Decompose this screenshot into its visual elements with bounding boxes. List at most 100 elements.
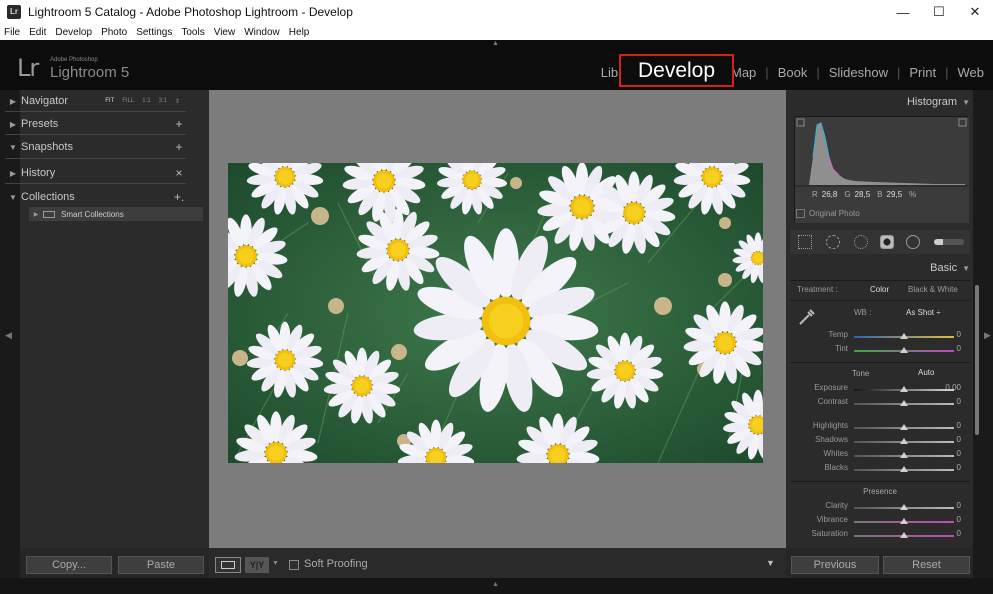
- smart-collections-item[interactable]: ▶ Smart Collections: [29, 207, 203, 221]
- highlights-value[interactable]: 0: [957, 421, 961, 430]
- zoom-fill[interactable]: FILL: [122, 98, 134, 105]
- exposure-thumb[interactable]: [900, 386, 908, 392]
- radial-filter-icon[interactable]: [906, 235, 920, 249]
- crop-overlay-icon[interactable]: [798, 235, 812, 249]
- soft-proofing-checkbox[interactable]: [289, 560, 299, 570]
- add-preset-icon[interactable]: +: [172, 117, 186, 131]
- adjustment-brush-icon[interactable]: [934, 239, 964, 245]
- navigator-header[interactable]: ▶ Navigator FIT FILL 1:1 3:1 ⇕: [5, 90, 186, 112]
- histogram-graph[interactable]: [794, 116, 969, 223]
- history-header[interactable]: ▶ History ×: [5, 162, 186, 184]
- before-after-menu-icon[interactable]: ▼: [272, 560, 279, 567]
- collections-label: Collections: [21, 191, 75, 203]
- expand-triangle-icon: ▶: [9, 168, 17, 178]
- toolbar-menu-icon[interactable]: ▼: [766, 558, 775, 568]
- contrast-value[interactable]: 0: [957, 397, 961, 406]
- copy-button[interactable]: Copy...: [26, 556, 112, 574]
- paste-button[interactable]: Paste: [118, 556, 204, 574]
- tint-value[interactable]: 0: [957, 344, 961, 353]
- histogram-header[interactable]: Histogram ▼: [790, 92, 970, 112]
- module-book[interactable]: Book: [769, 65, 817, 80]
- vibrance-thumb[interactable]: [900, 518, 908, 524]
- zoom-menu-icon[interactable]: ⇕: [175, 98, 180, 105]
- reset-button[interactable]: Reset: [883, 556, 970, 574]
- shadows-slider-row[interactable]: Shadows 0: [790, 435, 970, 449]
- saturation-value[interactable]: 0: [957, 529, 961, 538]
- module-slideshow[interactable]: Slideshow: [820, 65, 897, 80]
- menu-edit[interactable]: Edit: [29, 27, 46, 38]
- develop-module-highlight[interactable]: Develop: [619, 54, 734, 87]
- treatment-bw-button[interactable]: Black & White: [908, 285, 958, 294]
- menu-file[interactable]: File: [4, 27, 20, 38]
- original-photo-checkbox[interactable]: [796, 209, 805, 218]
- blacks-slider-row[interactable]: Blacks 0: [790, 463, 970, 477]
- collections-header[interactable]: ▼ Collections +.: [5, 186, 186, 208]
- blacks-thumb[interactable]: [900, 466, 908, 472]
- clarity-value[interactable]: 0: [957, 501, 961, 510]
- zoom-fit[interactable]: FIT: [105, 98, 114, 105]
- contrast-thumb[interactable]: [900, 400, 908, 406]
- menu-photo[interactable]: Photo: [101, 27, 127, 38]
- clear-history-icon[interactable]: ×: [172, 166, 186, 180]
- minimize-icon[interactable]: —: [885, 0, 921, 24]
- basic-header[interactable]: Basic ▼: [790, 258, 970, 278]
- menu-develop[interactable]: Develop: [55, 27, 92, 38]
- daisy-photo[interactable]: [228, 163, 763, 463]
- before-after-button[interactable]: Y|Y: [245, 557, 269, 573]
- temp-value[interactable]: 0: [957, 330, 961, 339]
- shadows-value[interactable]: 0: [957, 435, 961, 444]
- collapse-top-icon[interactable]: ▲: [492, 40, 499, 47]
- white-balance-eyedropper-icon[interactable]: [797, 307, 817, 327]
- zoom-3-1[interactable]: 3:1: [159, 98, 167, 105]
- whites-thumb[interactable]: [900, 452, 908, 458]
- wb-dropdown[interactable]: As Shot ÷: [906, 308, 941, 317]
- module-web[interactable]: Web: [949, 65, 993, 80]
- vibrance-slider-row[interactable]: Vibrance 0: [790, 515, 970, 529]
- vibrance-value[interactable]: 0: [957, 515, 961, 524]
- highlights-thumb[interactable]: [900, 424, 908, 430]
- module-print[interactable]: Print: [900, 65, 945, 80]
- exposure-slider-row[interactable]: Exposure 0,00: [790, 383, 970, 397]
- saturation-thumb[interactable]: [900, 532, 908, 538]
- add-collection-icon[interactable]: +.: [172, 190, 186, 204]
- collapse-right-icon[interactable]: ▶: [984, 330, 991, 341]
- saturation-slider-row[interactable]: Saturation 0: [790, 529, 970, 543]
- maximize-icon[interactable]: ☐: [921, 0, 957, 24]
- highlights-slider-row[interactable]: Highlights 0: [790, 421, 970, 435]
- presets-header[interactable]: ▶ Presets +: [5, 113, 186, 135]
- menu-view[interactable]: View: [214, 27, 236, 38]
- clarity-thumb[interactable]: [900, 504, 908, 510]
- loupe-view-button[interactable]: [215, 557, 241, 573]
- tint-thumb[interactable]: [900, 347, 908, 353]
- menu-tools[interactable]: Tools: [181, 27, 204, 38]
- auto-tone-button[interactable]: Auto: [918, 368, 934, 377]
- whites-slider-row[interactable]: Whites 0: [790, 449, 970, 463]
- panel-divider: [5, 111, 186, 112]
- contrast-slider-row[interactable]: Contrast 0: [790, 397, 970, 411]
- exposure-value[interactable]: 0,00: [945, 383, 961, 392]
- close-icon[interactable]: ✕: [957, 0, 993, 24]
- add-snapshot-icon[interactable]: +: [172, 140, 186, 154]
- snapshots-header[interactable]: ▼ Snapshots +: [5, 136, 186, 158]
- blacks-value[interactable]: 0: [957, 463, 961, 472]
- right-panel-scrollbar[interactable]: [975, 285, 979, 435]
- previous-button[interactable]: Previous: [791, 556, 879, 574]
- menu-settings[interactable]: Settings: [136, 27, 172, 38]
- original-photo-toggle[interactable]: Original Photo: [796, 209, 860, 218]
- temp-slider-row[interactable]: Temp 0: [790, 330, 970, 344]
- treatment-color-button[interactable]: Color: [870, 285, 889, 294]
- zoom-1-1[interactable]: 1:1: [142, 98, 150, 105]
- tint-slider-row[interactable]: Tint 0: [790, 344, 970, 358]
- spot-removal-icon[interactable]: [826, 235, 840, 249]
- expand-triangle-icon: ▶: [9, 119, 17, 129]
- menu-help[interactable]: Help: [289, 27, 310, 38]
- red-eye-icon[interactable]: [854, 235, 868, 249]
- shadows-thumb[interactable]: [900, 438, 908, 444]
- temp-thumb[interactable]: [900, 333, 908, 339]
- clarity-slider-row[interactable]: Clarity 0: [790, 501, 970, 515]
- menu-window[interactable]: Window: [244, 27, 280, 38]
- graduated-filter-icon[interactable]: [880, 235, 894, 249]
- whites-value[interactable]: 0: [957, 449, 961, 458]
- expand-bottom-icon[interactable]: ▲: [492, 581, 499, 588]
- collapse-left-icon[interactable]: ◀: [5, 330, 12, 341]
